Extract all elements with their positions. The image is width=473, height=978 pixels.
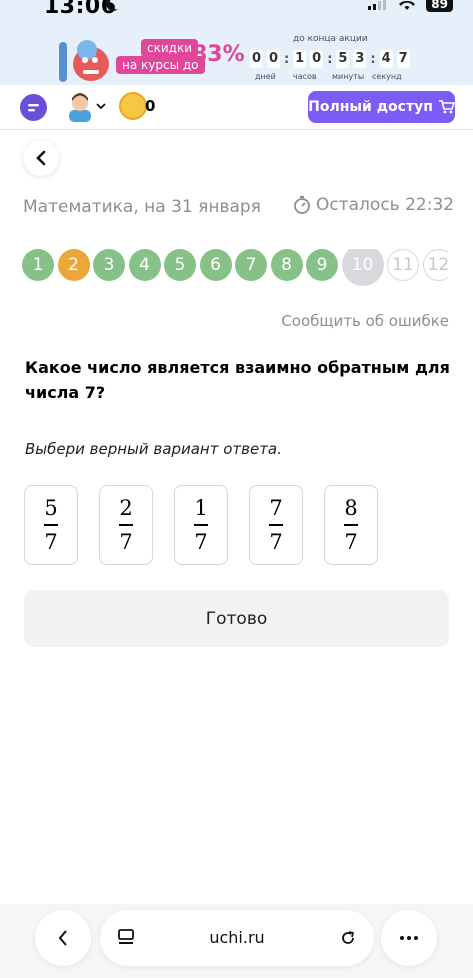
- wifi-icon: [399, 0, 416, 10]
- fraction-denominator: 7: [344, 529, 358, 554]
- answer-options: 5 7 2 7 1 7 7 7 8 7: [24, 485, 378, 565]
- step-8[interactable]: 8: [270, 249, 303, 281]
- step-4[interactable]: 4: [128, 249, 161, 281]
- step-10[interactable]: 10: [341, 249, 384, 286]
- app-topbar: 0 Полный доступ: [0, 85, 473, 130]
- chevron-down-icon[interactable]: [96, 101, 106, 111]
- step-12[interactable]: 12: [422, 249, 448, 281]
- step-3[interactable]: 3: [93, 249, 125, 281]
- full-access-button[interactable]: Полный доступ: [308, 91, 455, 123]
- address-bar[interactable]: uchi.ru: [100, 910, 374, 966]
- avatar[interactable]: [66, 90, 94, 122]
- timer-digit: 0: [250, 50, 263, 68]
- more-menu-button[interactable]: [381, 910, 437, 966]
- promo-caption: до конца акции: [293, 34, 368, 44]
- back-button[interactable]: [23, 140, 59, 176]
- answer-option[interactable]: 7 7: [249, 485, 303, 565]
- coin-count: 0: [145, 97, 156, 115]
- timer-digit: 0: [310, 50, 324, 68]
- fraction-bar: [344, 524, 358, 526]
- fraction-numerator: 7: [269, 496, 283, 521]
- chevron-left-icon: [36, 150, 46, 166]
- step-6[interactable]: 6: [199, 249, 232, 281]
- fraction-bar: [194, 524, 208, 526]
- dino-mascot-icon: [59, 40, 109, 82]
- submit-button[interactable]: Готово: [24, 590, 449, 647]
- promo-pill-discount: скидки: [141, 39, 198, 57]
- cart-icon: [438, 100, 455, 114]
- fraction-numerator: 5: [44, 496, 58, 521]
- step-7[interactable]: 7: [235, 249, 267, 281]
- promo-banner[interactable]: скидки на курсы до 83% до конца акции 0 …: [0, 22, 473, 85]
- timer-label-seconds: секунд: [372, 72, 402, 81]
- more-dots-icon: [400, 936, 418, 940]
- signal-icon: [368, 0, 387, 10]
- fraction-denominator: 7: [119, 529, 133, 554]
- moon-icon: [106, 0, 118, 11]
- report-error-link[interactable]: Сообщить об ошибке: [281, 312, 449, 330]
- fraction-bar: [44, 524, 58, 526]
- timer-digit: 5: [336, 50, 350, 68]
- timer-digit: 3: [353, 50, 367, 68]
- step-1[interactable]: 1: [22, 249, 54, 281]
- answer-option[interactable]: 8 7: [324, 485, 378, 565]
- question-steps: 1 2 3 4 5 6 7 8 9 10 11 12: [22, 249, 448, 286]
- time-remaining: Осталось 22:32: [292, 195, 454, 215]
- timer-label-minutes: минуты: [332, 72, 365, 81]
- question-text: Какое число является взаимно обратным дл…: [25, 358, 450, 402]
- timer-digit: 4: [379, 50, 393, 68]
- timer-colon: :: [370, 51, 376, 67]
- step-5[interactable]: 5: [164, 249, 196, 281]
- promo-countdown: 0 0 : 1 0 : 5 3 : 4 7: [250, 50, 410, 68]
- step-9[interactable]: 9: [306, 249, 338, 281]
- timer-colon: :: [284, 51, 290, 67]
- promo-percent: 83%: [192, 42, 245, 67]
- status-bar: 13:06 89: [0, 0, 473, 22]
- timer-label-days: дней: [255, 72, 276, 81]
- timer-colon: :: [327, 51, 333, 67]
- answer-option[interactable]: 5 7: [24, 485, 78, 565]
- reload-icon[interactable]: [338, 928, 358, 948]
- timer-digit: 0: [267, 50, 280, 68]
- fraction-bar: [119, 524, 133, 526]
- chat-icon[interactable]: [20, 94, 47, 121]
- url-text: uchi.ru: [209, 928, 265, 947]
- lesson-subject: Математика, на 31 января: [23, 197, 261, 217]
- answer-option[interactable]: 1 7: [174, 485, 228, 565]
- fraction-numerator: 2: [119, 496, 133, 521]
- chevron-left-icon: [58, 930, 67, 946]
- timer-label-hours: часов: [293, 72, 317, 81]
- fraction-denominator: 7: [44, 529, 58, 554]
- browser-back-button[interactable]: [35, 910, 91, 966]
- timer-digit: 7: [396, 50, 410, 68]
- fraction-numerator: 1: [194, 496, 208, 521]
- battery-level: 89: [426, 0, 453, 12]
- stopwatch-icon: [294, 196, 310, 214]
- timer-digit: 1: [293, 50, 307, 68]
- fraction-denominator: 7: [269, 529, 283, 554]
- fraction-bar: [269, 524, 283, 526]
- full-access-label: Полный доступ: [308, 99, 433, 115]
- step-11[interactable]: 11: [387, 249, 419, 281]
- fraction-denominator: 7: [194, 529, 208, 554]
- coin-icon: [119, 92, 147, 120]
- time-remaining-text: Осталось 22:32: [316, 195, 455, 215]
- answer-option[interactable]: 2 7: [99, 485, 153, 565]
- fraction-numerator: 8: [344, 496, 358, 521]
- browser-toolbar: uchi.ru: [0, 904, 473, 978]
- step-2[interactable]: 2: [57, 249, 90, 281]
- answer-hint: Выбери верный вариант ответа.: [25, 440, 282, 458]
